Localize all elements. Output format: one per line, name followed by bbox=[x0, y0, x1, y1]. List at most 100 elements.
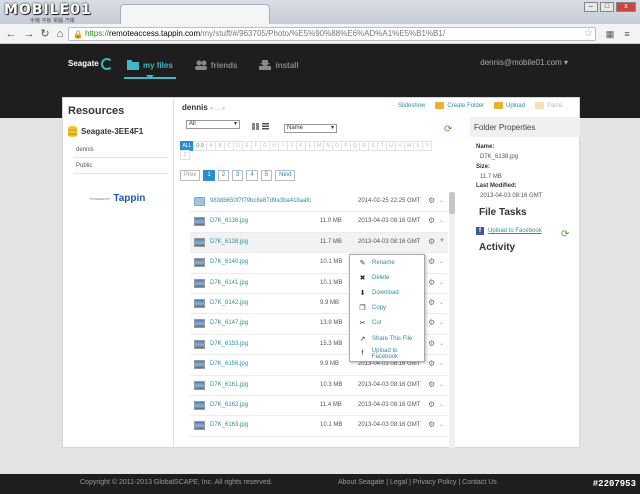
context-menu-share-this-file[interactable]: ↗ Share This File bbox=[350, 331, 424, 346]
file-name[interactable]: D7K_6138.jpg bbox=[210, 239, 248, 245]
context-menu-copy[interactable]: ❐ Copy bbox=[350, 301, 424, 316]
filter-select[interactable]: All bbox=[186, 120, 240, 129]
address-bar[interactable]: 🔒 https://remoteaccess.tappin.com/my/stu… bbox=[68, 27, 596, 41]
nav-my-files[interactable]: my files bbox=[124, 54, 176, 79]
minimize-button[interactable]: – bbox=[584, 2, 598, 12]
prop-name-value: D7K_6138.jpg bbox=[480, 154, 519, 160]
page-4[interactable]: 4 bbox=[246, 170, 258, 181]
reload-icon[interactable]: ↻ bbox=[38, 27, 52, 41]
create-folder-button[interactable]: Create Folder bbox=[435, 102, 484, 109]
chevron-down-icon[interactable]: ⌄ bbox=[439, 279, 444, 286]
upload-to-facebook-link[interactable]: f Upload to Facebook bbox=[476, 227, 542, 235]
sort-select[interactable]: Name bbox=[284, 124, 337, 133]
gear-icon[interactable]: ⚙ bbox=[428, 257, 435, 266]
forward-arrow-icon[interactable]: → bbox=[22, 27, 36, 41]
slideshow-button[interactable]: Slideshow bbox=[398, 102, 425, 109]
chevron-down-icon[interactable]: ⌄ bbox=[439, 421, 444, 428]
prop-size-value: 11.7 MB bbox=[480, 174, 502, 180]
browser-tab[interactable] bbox=[120, 4, 270, 24]
gear-icon[interactable]: ⚙ bbox=[428, 196, 435, 205]
file-name[interactable]: D7K_6153.jpg bbox=[210, 341, 248, 347]
context-menu-upload-to-facebook[interactable]: f Upload to Facebook bbox=[350, 346, 424, 361]
chevron-down-icon[interactable]: ⌄ bbox=[439, 340, 444, 347]
chevron-down-icon[interactable]: ⌄ bbox=[439, 217, 444, 224]
file-name[interactable]: D7K_6141.jpg bbox=[210, 280, 248, 286]
chevron-down-icon[interactable]: ⌄ bbox=[439, 319, 444, 326]
chevron-down-icon[interactable]: ⌄ bbox=[439, 360, 444, 367]
powered-by-tappin[interactable]: POWERED BY Tappin bbox=[90, 193, 145, 204]
page-1[interactable]: 1 bbox=[203, 170, 215, 181]
context-menu-download[interactable]: ⬇ Download bbox=[350, 285, 424, 300]
alpha-filter-z[interactable]: Z bbox=[180, 150, 190, 160]
maximize-button[interactable]: □ bbox=[600, 2, 614, 12]
upload-button[interactable]: Upload bbox=[494, 102, 525, 109]
gear-icon[interactable]: ⚙ bbox=[428, 339, 435, 348]
file-row[interactable]: D7K_6162.jpg 11.4 MB 2013-04-03 08:16 GMT ⚙… bbox=[190, 396, 448, 417]
close-button[interactable]: x bbox=[616, 2, 636, 12]
page-prev[interactable]: Prev bbox=[180, 170, 201, 181]
resource-drive-label: Seagate-3EE4F1 bbox=[81, 126, 144, 136]
footer-links[interactable]: About Seagate | Legal | Privacy Policy |… bbox=[338, 479, 497, 486]
file-row[interactable]: D7K_6138.jpg 11.7 MB 2013-04-03 08:16 GMT ⚙… bbox=[190, 232, 448, 254]
gear-icon[interactable]: ⚙ bbox=[428, 278, 435, 287]
image-thumbnail bbox=[194, 278, 205, 288]
gear-icon[interactable]: ⚙ bbox=[428, 237, 435, 246]
seagate-logo[interactable]: Seagate bbox=[68, 58, 113, 70]
task-refresh-icon[interactable]: ⟳ bbox=[561, 229, 569, 240]
bookmark-star-icon[interactable]: ☆ bbox=[584, 28, 593, 39]
gear-icon[interactable]: ⚙ bbox=[428, 216, 435, 225]
gear-icon[interactable]: ⚙ bbox=[428, 298, 435, 307]
file-row[interactable]: D7K_6161.jpg 10.3 MB 2013-04-03 08:16 GMT ⚙… bbox=[190, 376, 448, 396]
refresh-icon[interactable]: ⟳ bbox=[444, 124, 452, 135]
chevron-down-icon[interactable]: ⌄ bbox=[439, 401, 444, 408]
paste-button[interactable]: Paste bbox=[535, 102, 562, 109]
gear-icon[interactable]: ⚙ bbox=[428, 400, 435, 409]
grid-view-icon[interactable] bbox=[252, 123, 259, 130]
file-row[interactable]: D7K_6163.jpg 10.1 MB 2013-04-03 08:16 GMT ⚙… bbox=[190, 416, 448, 437]
back-arrow-icon[interactable]: ← bbox=[4, 27, 18, 41]
context-menu-rename[interactable]: ✎ Rename bbox=[350, 255, 424, 270]
file-name[interactable]: D7K_6147.jpg bbox=[210, 320, 248, 326]
chevron-down-icon[interactable]: ⌄ bbox=[439, 258, 444, 265]
scrollbar-track[interactable] bbox=[449, 192, 455, 448]
file-name[interactable]: D7K_6163.jpg bbox=[210, 422, 248, 428]
gear-icon[interactable]: ⚙ bbox=[428, 318, 435, 327]
context-menu-cut[interactable]: ✂ Cut bbox=[350, 316, 424, 331]
file-name[interactable]: D7K_6136.jpg bbox=[210, 218, 248, 224]
nav-install[interactable]: install bbox=[256, 54, 301, 76]
resource-drive[interactable]: Seagate-3EE4F1 bbox=[68, 125, 172, 137]
home-icon[interactable]: ⌂ bbox=[53, 27, 67, 41]
file-name[interactable]: D7K_6142.jpg bbox=[210, 300, 248, 306]
file-name[interactable]: D7K_6156.jpg bbox=[210, 361, 248, 367]
alpha-filter-0-9[interactable]: 0-9 bbox=[193, 141, 207, 151]
alpha-filter-y[interactable]: Y bbox=[422, 141, 432, 151]
breadcrumb-root[interactable]: dennis bbox=[182, 103, 208, 112]
file-name[interactable]: 983db650f7f79bc8e87d9a3ba418aafc bbox=[210, 198, 311, 204]
nav-friends[interactable]: friends bbox=[192, 54, 241, 76]
list-view-icon[interactable] bbox=[262, 123, 269, 130]
file-name[interactable]: D7K_6140.jpg bbox=[210, 259, 248, 265]
scrollbar-thumb[interactable] bbox=[449, 192, 455, 214]
gear-icon[interactable]: ⚙ bbox=[428, 380, 435, 389]
gear-icon[interactable]: ⚙ bbox=[428, 420, 435, 429]
file-date: 2013-04-03 08:16 GMT bbox=[358, 361, 421, 368]
context-menu-delete[interactable]: ✖ Delete bbox=[350, 270, 424, 285]
file-name[interactable]: D7K_6162.jpg bbox=[210, 402, 248, 408]
chevron-down-icon[interactable]: ▼ bbox=[439, 238, 445, 244]
user-menu[interactable]: dennis@mobile01.com ▾ bbox=[480, 58, 568, 67]
menu-icon[interactable]: ≡ bbox=[620, 27, 634, 41]
gear-icon[interactable]: ⚙ bbox=[428, 359, 435, 368]
chevron-down-icon[interactable]: ⌄ bbox=[439, 197, 444, 204]
chevron-down-icon[interactable]: ⌄ bbox=[439, 299, 444, 306]
resource-item-public[interactable]: Public bbox=[74, 158, 168, 174]
page-5[interactable]: 5 bbox=[260, 170, 273, 181]
file-row[interactable]: D7K_6136.jpg 11.0 MB 2013-04-03 08:16 GMT ⚙… bbox=[190, 212, 448, 233]
extension-icon[interactable]: ▦ bbox=[603, 27, 617, 41]
page-2[interactable]: 2 bbox=[217, 170, 230, 181]
chevron-down-icon[interactable]: ⌄ bbox=[439, 381, 444, 388]
page-3[interactable]: 3 bbox=[232, 170, 244, 181]
resource-item-dennis[interactable]: dennis bbox=[74, 142, 168, 158]
page-next[interactable]: Next bbox=[275, 170, 296, 181]
file-row[interactable]: 983db650f7f79bc8e87d9a3ba418aafc 2014-02-… bbox=[190, 192, 448, 213]
file-name[interactable]: D7K_6161.jpg bbox=[210, 382, 248, 388]
